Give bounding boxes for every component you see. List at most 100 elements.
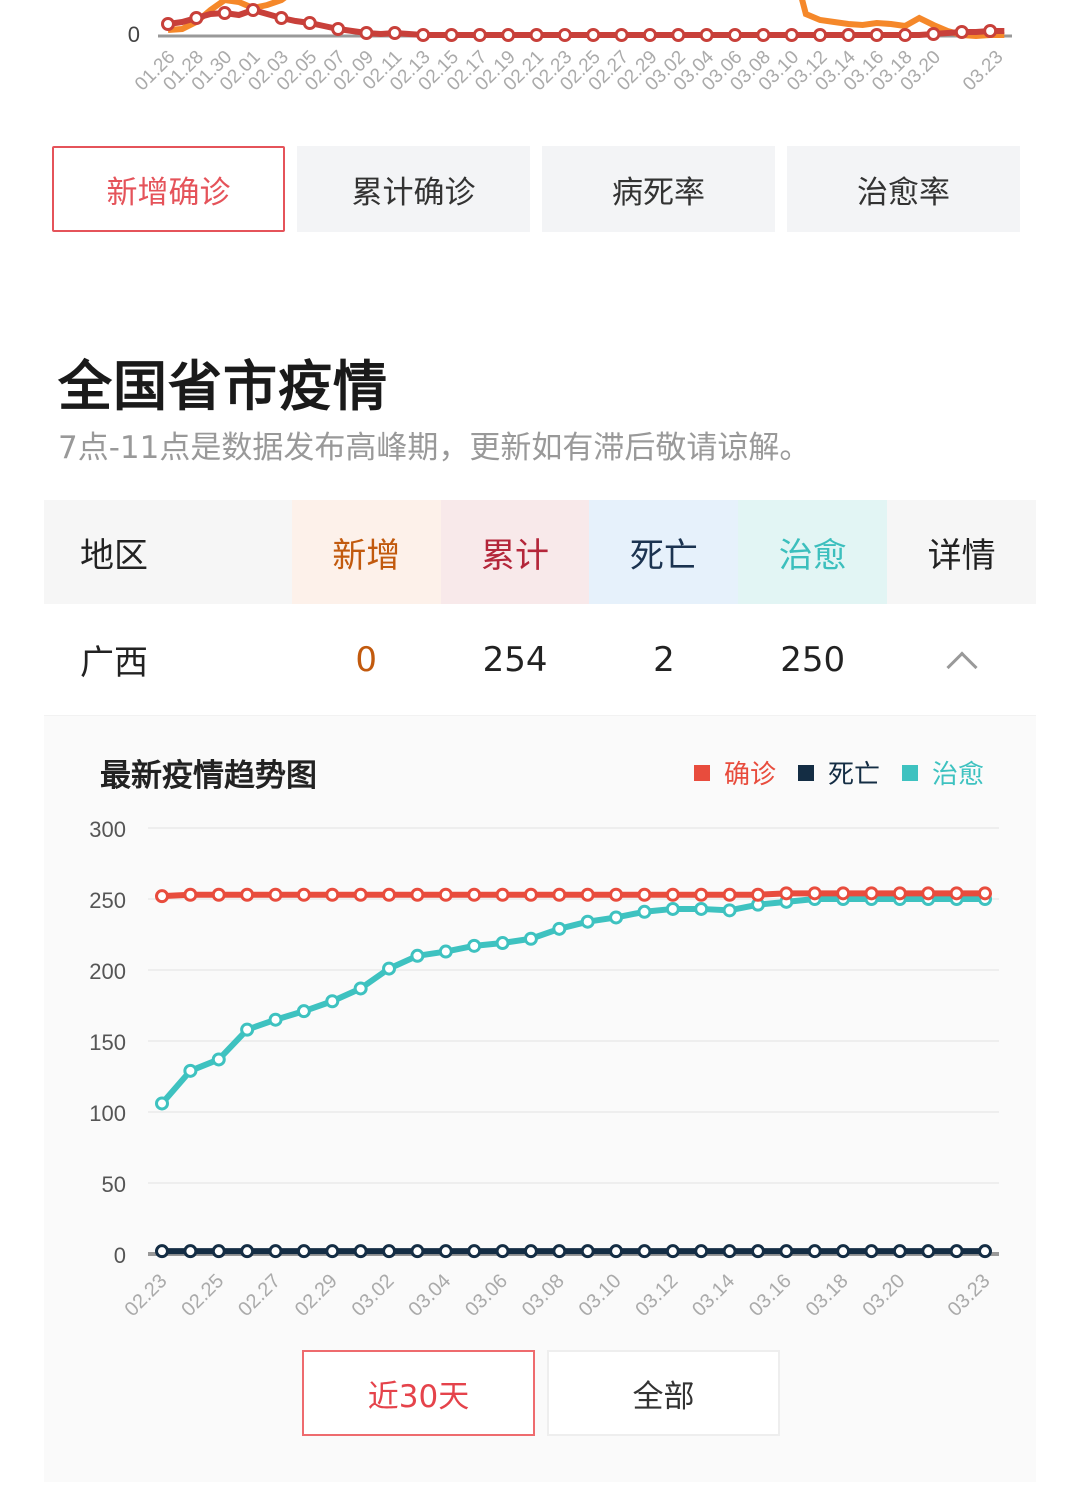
data-point (495, 936, 510, 951)
tab-cure-rate[interactable]: 治愈率 (787, 146, 1020, 232)
data-point (189, 11, 204, 25)
data-point (642, 28, 657, 42)
data-point (779, 886, 794, 901)
data-point (325, 887, 340, 902)
data-point (892, 886, 907, 901)
data-point (813, 28, 828, 42)
cell-cured: 250 (780, 639, 846, 680)
data-point (580, 1244, 595, 1259)
data-point (637, 904, 652, 919)
range-30-days-button[interactable]: 近30天 (302, 1350, 535, 1436)
data-point (722, 903, 737, 918)
legend-confirmed[interactable]: 确诊 (693, 754, 776, 791)
data-point (750, 1244, 765, 1259)
header-death: 死亡 (589, 500, 739, 604)
data-point (240, 887, 255, 902)
section-subtitle: 7点-11点是数据发布高峰期，更新如有滞后敬请谅解。 (58, 430, 811, 466)
data-point (353, 981, 368, 996)
data-point (722, 1244, 737, 1259)
data-point (155, 889, 169, 904)
data-point (983, 24, 998, 38)
data-point (665, 1244, 680, 1259)
data-point (331, 22, 346, 36)
data-point (472, 28, 487, 42)
series-line-0 (161, 890, 985, 900)
tab-fatality-rate[interactable]: 病死率 (542, 146, 775, 232)
data-point (926, 27, 941, 41)
data-point (325, 1244, 340, 1259)
range-buttons: 近30天 全部 (302, 1350, 780, 1436)
data-point (637, 1244, 652, 1259)
data-point (637, 887, 652, 902)
y-tick-label: 50 (102, 1172, 126, 1197)
data-point (580, 914, 595, 929)
data-point (217, 6, 232, 20)
data-point (694, 887, 709, 902)
data-point (382, 961, 397, 976)
province-trend-chart: 05010015020025030002.23 02.25 02.27 02.29 03… (89, 817, 999, 1321)
data-point (268, 1244, 283, 1259)
legend-label-death: 死亡 (827, 760, 880, 790)
data-point (523, 1244, 538, 1259)
data-point (557, 28, 572, 42)
table-row[interactable]: 广西 0 254 2 250 (44, 604, 1036, 716)
data-point (353, 887, 368, 902)
y-tick-label: 200 (89, 959, 126, 984)
data-point (211, 1244, 226, 1259)
data-point (438, 1244, 453, 1259)
data-point (869, 28, 884, 42)
data-point (671, 28, 686, 42)
cell-region: 广西 (80, 643, 148, 683)
data-point (183, 887, 198, 902)
legend-label-cured: 治愈 (931, 760, 984, 790)
chart-title: 最新疫情趋势图 (100, 758, 317, 794)
data-point (836, 1244, 851, 1259)
detail-toggle[interactable] (887, 642, 1036, 683)
header-cured: 治愈 (738, 500, 888, 604)
data-point (921, 1244, 936, 1259)
x-tick-label: 02.23 (121, 1270, 172, 1321)
data-point (296, 887, 311, 902)
data-point (467, 938, 482, 953)
data-point (892, 1244, 907, 1259)
data-point (274, 11, 289, 25)
data-point (807, 1244, 822, 1259)
data-point (353, 1244, 368, 1259)
data-point (580, 887, 595, 902)
x-tick-label: 02.29 (291, 1270, 342, 1321)
data-point (325, 994, 340, 1009)
data-point (552, 887, 567, 902)
data-point (155, 1244, 169, 1259)
x-tick-label: 02.27 (234, 1270, 285, 1321)
legend-label-confirmed: 确诊 (723, 760, 776, 790)
data-point (523, 931, 538, 946)
x-tick-label: 03.20 (858, 1270, 909, 1321)
legend-swatch-death (797, 764, 814, 781)
x-tick-label: 03.12 (631, 1270, 682, 1321)
x-tick-label: 03.23 (944, 1270, 995, 1321)
data-point (495, 1244, 510, 1259)
legend-cured[interactable]: 治愈 (901, 754, 984, 791)
data-point (756, 28, 771, 42)
y-tick-label: 150 (89, 1030, 126, 1055)
data-point (665, 887, 680, 902)
data-point (240, 1022, 255, 1037)
data-point (359, 26, 374, 40)
data-point (779, 1244, 794, 1259)
data-point (268, 1012, 283, 1027)
cell-new: 0 (355, 639, 378, 680)
legend-death[interactable]: 死亡 (797, 754, 880, 791)
header-detail: 详情 (927, 535, 996, 576)
range-all-button[interactable]: 全部 (547, 1350, 780, 1436)
data-point (296, 1004, 311, 1019)
data-point (410, 948, 425, 963)
cell-death: 2 (653, 639, 675, 680)
tab-total-confirmed[interactable]: 累计确诊 (297, 146, 530, 232)
chevron-up-icon[interactable] (946, 650, 978, 683)
tab-new-confirmed[interactable]: 新增确诊 (52, 146, 285, 232)
national-trend-chart: 001.2601.2801.3002.0102.0302.0502.0702.0… (128, 0, 1012, 95)
data-point (155, 1096, 169, 1111)
data-point (183, 1063, 198, 1078)
data-point (268, 887, 283, 902)
metric-tabs: 新增确诊 累计确诊 病死率 治愈率 (52, 146, 1020, 232)
